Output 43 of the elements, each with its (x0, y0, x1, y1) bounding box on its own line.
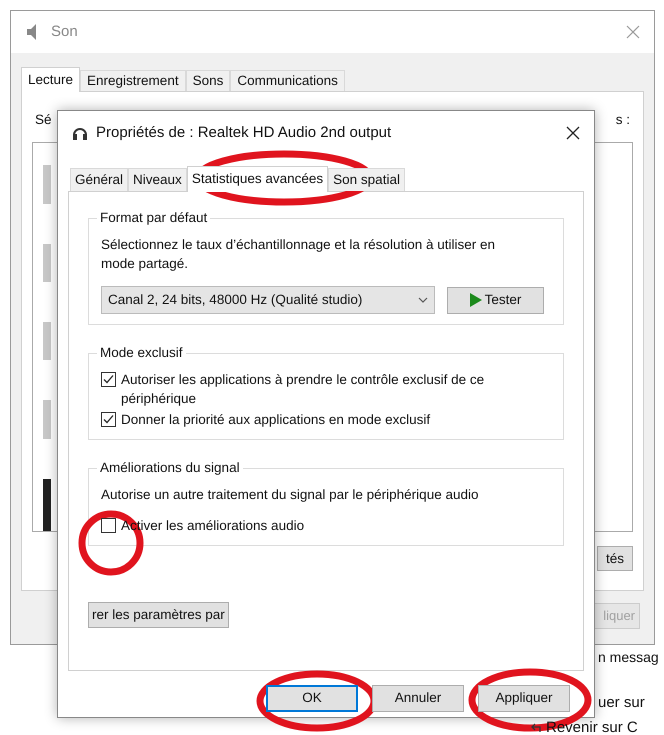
checkbox[interactable] (101, 412, 116, 427)
tab[interactable]: Enregistrement (80, 70, 186, 91)
checkbox-label: Donner la priorité aux applications en mode exclusif (121, 411, 430, 429)
tab[interactable]: Général (70, 168, 128, 191)
dialog-button[interactable]: OK (266, 685, 358, 712)
format-dropdown[interactable]: Canal 2, 24 bits, 48000 Hz (Qualité studio) (101, 286, 435, 314)
restore-defaults-button[interactable]: rer les paramètres par (88, 602, 229, 628)
device-icon (43, 400, 51, 439)
checkbox[interactable] (101, 518, 116, 533)
tab[interactable]: Communications (230, 70, 345, 91)
instruction-text: Sé (35, 111, 52, 129)
enhancements-description: Autorise un autre traitement du signal par le périphérique audio (101, 486, 480, 504)
instruction-text: s : (616, 111, 630, 129)
headphones-icon (72, 125, 88, 141)
page-text: n messag (598, 648, 659, 667)
page-text: Revenir sur C (546, 718, 638, 735)
play-icon (470, 293, 482, 307)
tab[interactable]: Sons (186, 70, 230, 91)
return-arrow-icon (530, 722, 542, 734)
properties-button[interactable]: tés (596, 546, 633, 572)
dialog-button[interactable]: Appliquer (478, 685, 570, 712)
checkmark-icon (103, 414, 114, 425)
format-description: Sélectionnez le taux d’échantillonnage et la résolution à utiliser en mode partagé. (101, 236, 496, 273)
page-text: uer sur (598, 693, 645, 713)
group-title: Améliorations du signal (97, 459, 243, 477)
checkbox[interactable] (101, 372, 116, 387)
device-icon (43, 322, 51, 360)
group-title: Format par défaut (97, 209, 210, 227)
dialog-title: Propriétés de : Realtek HD Audio 2nd output (96, 122, 392, 143)
device-icon (43, 478, 51, 532)
checkmark-icon (103, 374, 114, 385)
close-icon[interactable] (566, 126, 580, 140)
tab[interactable]: Niveaux (128, 168, 187, 191)
chevron-down-icon (418, 297, 428, 303)
device-icon (43, 244, 51, 282)
tab[interactable]: Lecture (21, 67, 80, 92)
tab[interactable]: Statistiques avancées (186, 166, 328, 192)
checkbox-label: Autoriser les applications à prendre le contrôle exclusif de ce périphérique (121, 371, 486, 408)
device-icon (43, 165, 51, 204)
test-button[interactable]: Tester (447, 286, 544, 314)
tab[interactable]: Son spatial (328, 168, 405, 191)
window-title: Son (51, 22, 78, 42)
dialog-button[interactable]: Annuler (372, 685, 464, 712)
